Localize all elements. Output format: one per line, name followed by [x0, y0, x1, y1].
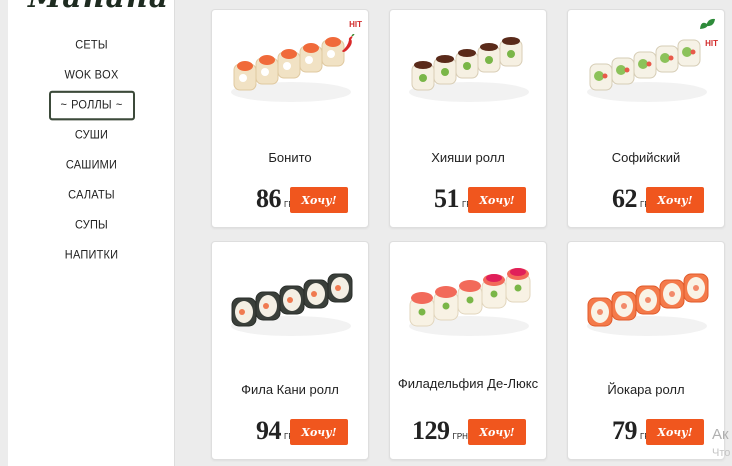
logo[interactable]: Mañana — [28, 0, 169, 15]
product-name[interactable]: Фила Кани ролл — [218, 382, 362, 397]
menu-item-salads[interactable]: САЛАТЫ — [8, 179, 175, 212]
category-menu: СЕТЫ WOK BOX ~ РОЛЛЫ ~ СУШИ САШИМИ САЛАТ… — [8, 30, 175, 270]
menu-item-sashimi[interactable]: САШИМИ — [8, 149, 175, 182]
order-button[interactable]: Хочу! — [646, 419, 704, 445]
product-image[interactable] — [226, 256, 356, 342]
menu-item-drinks[interactable]: НАПИТКИ — [8, 239, 175, 272]
hit-badge: HIT — [705, 39, 718, 48]
product-card[interactable]: HIT Софийский 62 ГРН. Хочу! — [567, 9, 725, 228]
order-button[interactable]: Хочу! — [646, 187, 704, 213]
product-name[interactable]: Бонито — [218, 150, 362, 165]
product-card[interactable]: Хияши ролл 51 ГРН. Хочу! — [389, 9, 547, 228]
product-card[interactable]: Филадельфия Де-Люкс 129 ГРН. Хочу! — [389, 241, 547, 460]
sidebar: Mañana СЕТЫ WOK BOX ~ РОЛЛЫ ~ СУШИ САШИМ… — [8, 0, 175, 466]
menu-item-sushi[interactable]: СУШИ — [8, 119, 175, 152]
product-card[interactable]: HIT Бонито 86 ГРН. Хочу! — [211, 9, 369, 228]
product-image[interactable] — [582, 256, 712, 342]
activation-watermark: Ак Что — [712, 426, 731, 459]
menu-item-soups[interactable]: СУПЫ — [8, 209, 175, 242]
product-name[interactable]: Филадельфия Де-Люкс — [396, 376, 540, 391]
price-value: 129 — [412, 416, 450, 445]
product-card[interactable]: Йокара ролл 79 ГРН. Хочу! — [567, 241, 725, 460]
order-button[interactable]: Хочу! — [468, 187, 526, 213]
product-image[interactable] — [226, 24, 356, 110]
order-button[interactable]: Хочу! — [290, 187, 348, 213]
product-image[interactable] — [404, 24, 534, 110]
price-value: 86 — [256, 184, 282, 213]
active-menu-frame[interactable]: ~ РОЛЛЫ ~ — [48, 90, 135, 120]
price-value: 62 — [612, 184, 638, 213]
product-image[interactable] — [582, 24, 712, 110]
price-value: 51 — [434, 184, 460, 213]
menu-item-sets[interactable]: СЕТЫ — [8, 29, 175, 62]
menu-item-wok-box[interactable]: WOK BOX — [8, 59, 175, 92]
chili-icon — [342, 34, 355, 52]
price-value: 79 — [612, 416, 638, 445]
product-price: 129 ГРН. — [412, 416, 470, 446]
product-name[interactable]: Софийский — [574, 150, 718, 165]
tilde-left-icon: ~ — [60, 98, 68, 112]
leaf-icon — [700, 18, 715, 29]
order-button[interactable]: Хочу! — [468, 419, 526, 445]
price-value: 94 — [256, 416, 282, 445]
menu-item-rolls[interactable]: ~ РОЛЛЫ ~ — [8, 89, 175, 122]
order-button[interactable]: Хочу! — [290, 419, 348, 445]
product-image[interactable] — [404, 256, 534, 342]
hit-badge: HIT — [349, 20, 362, 29]
product-name[interactable]: Йокара ролл — [574, 382, 718, 397]
product-name[interactable]: Хияши ролл — [396, 150, 540, 165]
tilde-right-icon: ~ — [115, 98, 123, 112]
product-card[interactable]: Фила Кани ролл 94 ГРН. Хочу! — [211, 241, 369, 460]
